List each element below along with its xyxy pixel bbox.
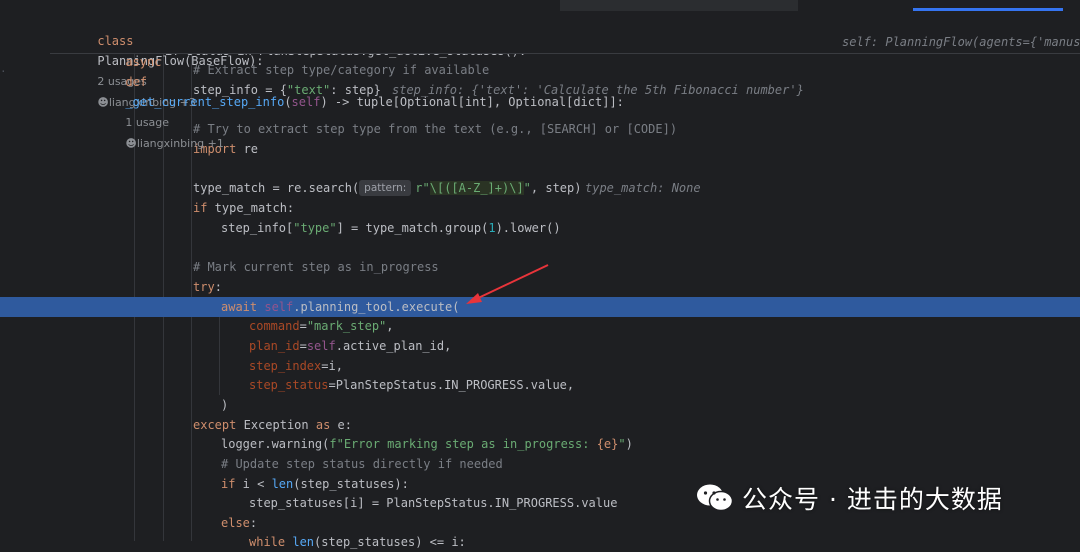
watermark-text: 公众号 · 进击的大数据	[742, 485, 1003, 514]
arrow-head	[466, 293, 482, 304]
red-arrow-annotation	[466, 264, 549, 304]
arrow-shaft	[473, 264, 549, 301]
wechat-watermark: 公众号 · 进击的大数据	[696, 476, 1003, 520]
wechat-icon	[697, 484, 734, 512]
